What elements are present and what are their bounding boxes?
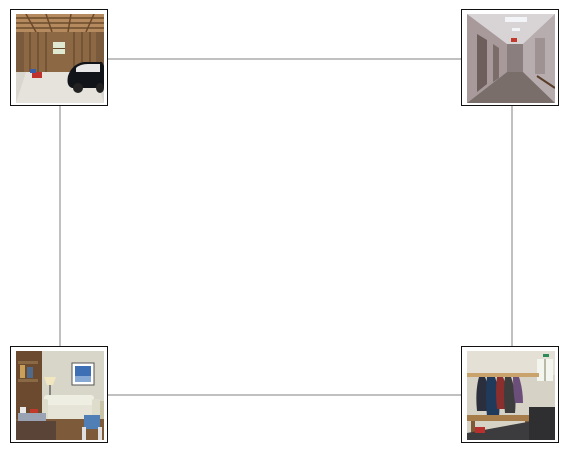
living-room-photo: [16, 351, 104, 440]
living-room-thumbnail[interactable]: [10, 346, 108, 443]
coat-rack-entryway-photo: [467, 351, 555, 440]
garage-interior-thumbnail[interactable]: [10, 9, 108, 106]
hallway-corridor-photo: [467, 14, 555, 103]
hallway-thumbnail[interactable]: [461, 9, 559, 106]
coat-rack-thumbnail[interactable]: [461, 346, 559, 443]
room-graph-diagram: [0, 0, 570, 455]
garage-interior-photo: [16, 14, 104, 103]
